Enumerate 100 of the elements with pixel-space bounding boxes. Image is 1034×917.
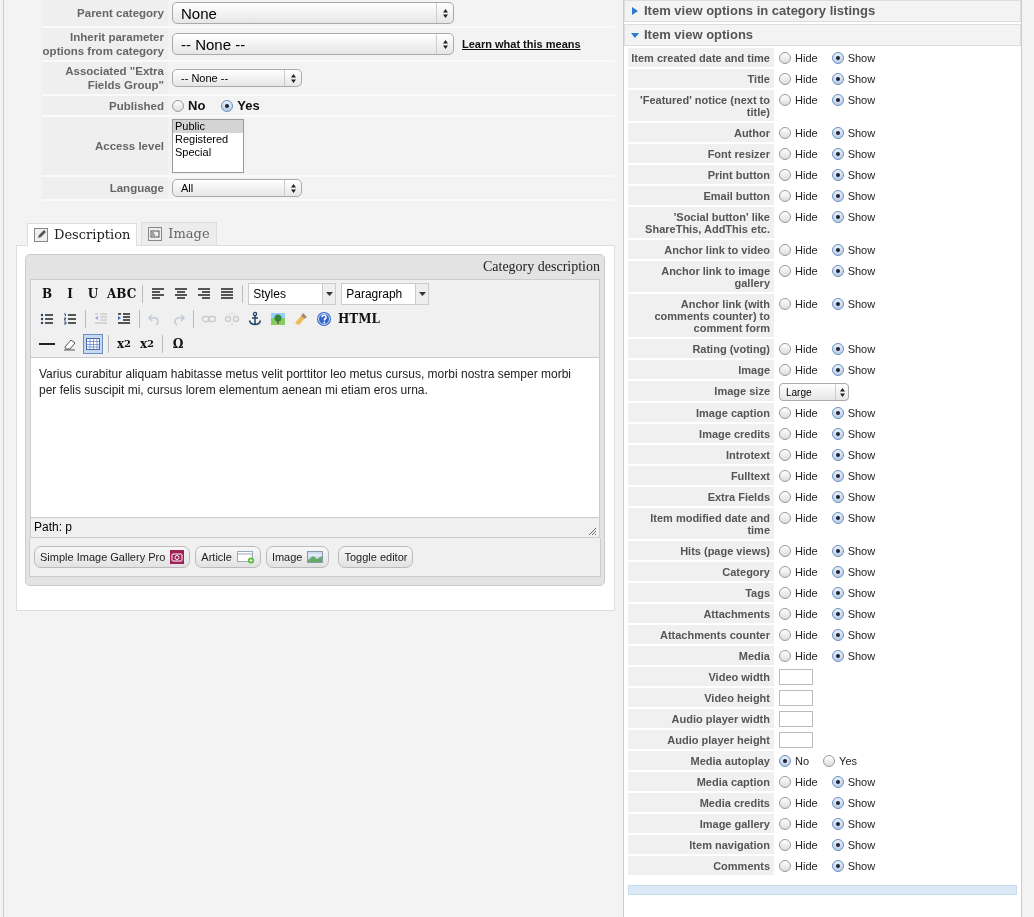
list-option[interactable]: Public (173, 120, 243, 133)
format-dropdown[interactable]: Paragraph (341, 282, 430, 305)
input-field[interactable] (779, 732, 813, 748)
radio-option[interactable]: Hide (779, 566, 818, 578)
help-link[interactable]: Learn what this means (462, 38, 581, 50)
radio-option[interactable]: Hide (779, 587, 818, 599)
select-field[interactable]: None (172, 2, 454, 24)
radio-option[interactable]: Show (831, 94, 876, 106)
radio-option[interactable]: Show (831, 629, 876, 641)
toolbar-button[interactable]: Ω (168, 333, 188, 354)
radio-option[interactable]: Hide (779, 211, 818, 223)
editor-button[interactable]: Simple Image Gallery Pro (34, 546, 191, 568)
field-label: Associated "Extra Fields Group" (42, 62, 168, 94)
radio-option[interactable]: Hide (779, 298, 818, 310)
radio-option[interactable]: Show (831, 343, 876, 355)
radio-option[interactable]: Show (831, 449, 876, 461)
radio-option[interactable]: Hide (779, 839, 818, 851)
select-field[interactable]: Large (779, 383, 849, 401)
radio-option[interactable]: Show (831, 587, 876, 599)
radio-option[interactable]: Show (831, 650, 876, 662)
radio-option[interactable]: Yes (221, 98, 260, 113)
radio-option[interactable]: Show (831, 244, 876, 256)
radio-option[interactable]: Show (831, 566, 876, 578)
radio-option[interactable]: Show (831, 73, 876, 85)
radio-option[interactable]: Show (831, 818, 876, 830)
editor-content[interactable]: Varius curabitur aliquam habitasse metus velit porttitor leo metus cursus, morbi nostra semper morbi per felis suscipit mi, cursus lorem elementum aenean mi etiam eros urna. (30, 358, 600, 518)
radio-option[interactable]: Show (831, 797, 876, 809)
radio-option[interactable]: Show (831, 52, 876, 64)
radio-option[interactable]: Hide (779, 244, 818, 256)
resize-handle-icon[interactable] (587, 526, 597, 536)
radio-option[interactable]: Hide (779, 470, 818, 482)
radio-option[interactable]: Yes (823, 755, 857, 767)
radio-option[interactable]: Hide (779, 169, 818, 181)
editor-button[interactable]: Image (265, 546, 330, 568)
radio-option[interactable]: Show (831, 265, 876, 277)
radio-option[interactable]: Hide (779, 73, 818, 85)
radio-option[interactable]: Hide (779, 491, 818, 503)
radio-option[interactable]: Show (831, 190, 876, 202)
radio-option[interactable]: Show (831, 545, 876, 557)
format-dropdown[interactable]: Styles (248, 282, 337, 305)
body-text: Varius curabitur aliquam habitasse metus velit porttitor leo metus cursus, morbi nostra semper morbi per felis suscipit mi, cursus lorem elementum aenean mi etiam eros urna. (39, 366, 572, 398)
editor-button[interactable]: Toggle editor (338, 546, 414, 568)
list-option[interactable]: Registered (173, 133, 243, 146)
toolbar-button[interactable]: I (60, 283, 80, 304)
radio-option[interactable]: Hide (779, 190, 818, 202)
radio-option[interactable]: Show (831, 608, 876, 620)
radio-option[interactable]: Hide (779, 797, 818, 809)
toolbar-button[interactable]: U (83, 283, 103, 304)
select-field[interactable]: -- None -- (172, 69, 302, 87)
radio-option[interactable]: Hide (779, 127, 818, 139)
select-field[interactable]: -- None -- (172, 33, 454, 55)
select-field[interactable]: All (172, 179, 302, 197)
radio-option[interactable]: Show (831, 364, 876, 376)
radio-option[interactable]: No (172, 98, 206, 113)
radio-option[interactable]: Hide (779, 428, 818, 440)
access-listbox[interactable]: Public Registered Special (172, 119, 244, 173)
radio-option[interactable]: Hide (779, 629, 818, 641)
list-option[interactable]: Special (173, 146, 243, 159)
radio-option[interactable]: Hide (779, 148, 818, 160)
toolbar-button[interactable]: HTML (337, 308, 381, 329)
toolbar-button[interactable]: ABC (106, 283, 138, 304)
radio-option[interactable]: Hide (779, 364, 818, 376)
radio-option[interactable]: Hide (779, 94, 818, 106)
radio-option[interactable]: Show (831, 169, 876, 181)
radio-option[interactable]: Show (831, 407, 876, 419)
radio-option[interactable]: Show (831, 776, 876, 788)
radio-option[interactable]: Hide (779, 818, 818, 830)
radio-option[interactable]: Hide (779, 650, 818, 662)
tab[interactable]: Image (141, 222, 217, 245)
section-header[interactable]: Item view options (624, 24, 1021, 46)
radio-option[interactable]: Show (831, 470, 876, 482)
option-label: Media caption (628, 772, 774, 791)
input-field[interactable] (779, 690, 813, 706)
editor-button[interactable]: Article (195, 546, 261, 568)
radio-option[interactable]: Hide (779, 860, 818, 872)
radio-option[interactable]: Hide (779, 608, 818, 620)
tab[interactable]: Description (27, 223, 138, 246)
radio-option[interactable]: Hide (779, 343, 818, 355)
radio-option[interactable]: Show (831, 148, 876, 160)
radio-option[interactable]: Hide (779, 776, 818, 788)
input-field[interactable] (779, 669, 813, 685)
radio-option[interactable]: Show (831, 298, 876, 310)
radio-option[interactable]: Show (831, 839, 876, 851)
radio-option[interactable]: Hide (779, 52, 818, 64)
radio-option[interactable]: Show (831, 211, 876, 223)
option-label: Comments (628, 856, 774, 875)
radio-option[interactable]: Show (831, 860, 876, 872)
radio-option[interactable]: Show (831, 428, 876, 440)
section-header[interactable]: Item view options in category listings (624, 0, 1021, 22)
radio-option[interactable]: No (779, 755, 810, 767)
input-field[interactable] (779, 711, 813, 727)
toolbar-button[interactable]: B (37, 283, 57, 304)
radio-option[interactable]: Hide (779, 512, 818, 524)
radio-option[interactable]: Hide (779, 407, 818, 419)
radio-option[interactable]: Hide (779, 265, 818, 277)
radio-option[interactable]: Show (831, 512, 876, 524)
radio-option[interactable]: Hide (779, 449, 818, 461)
radio-option[interactable]: Hide (779, 545, 818, 557)
radio-option[interactable]: Show (831, 491, 876, 503)
radio-option[interactable]: Show (831, 127, 876, 139)
